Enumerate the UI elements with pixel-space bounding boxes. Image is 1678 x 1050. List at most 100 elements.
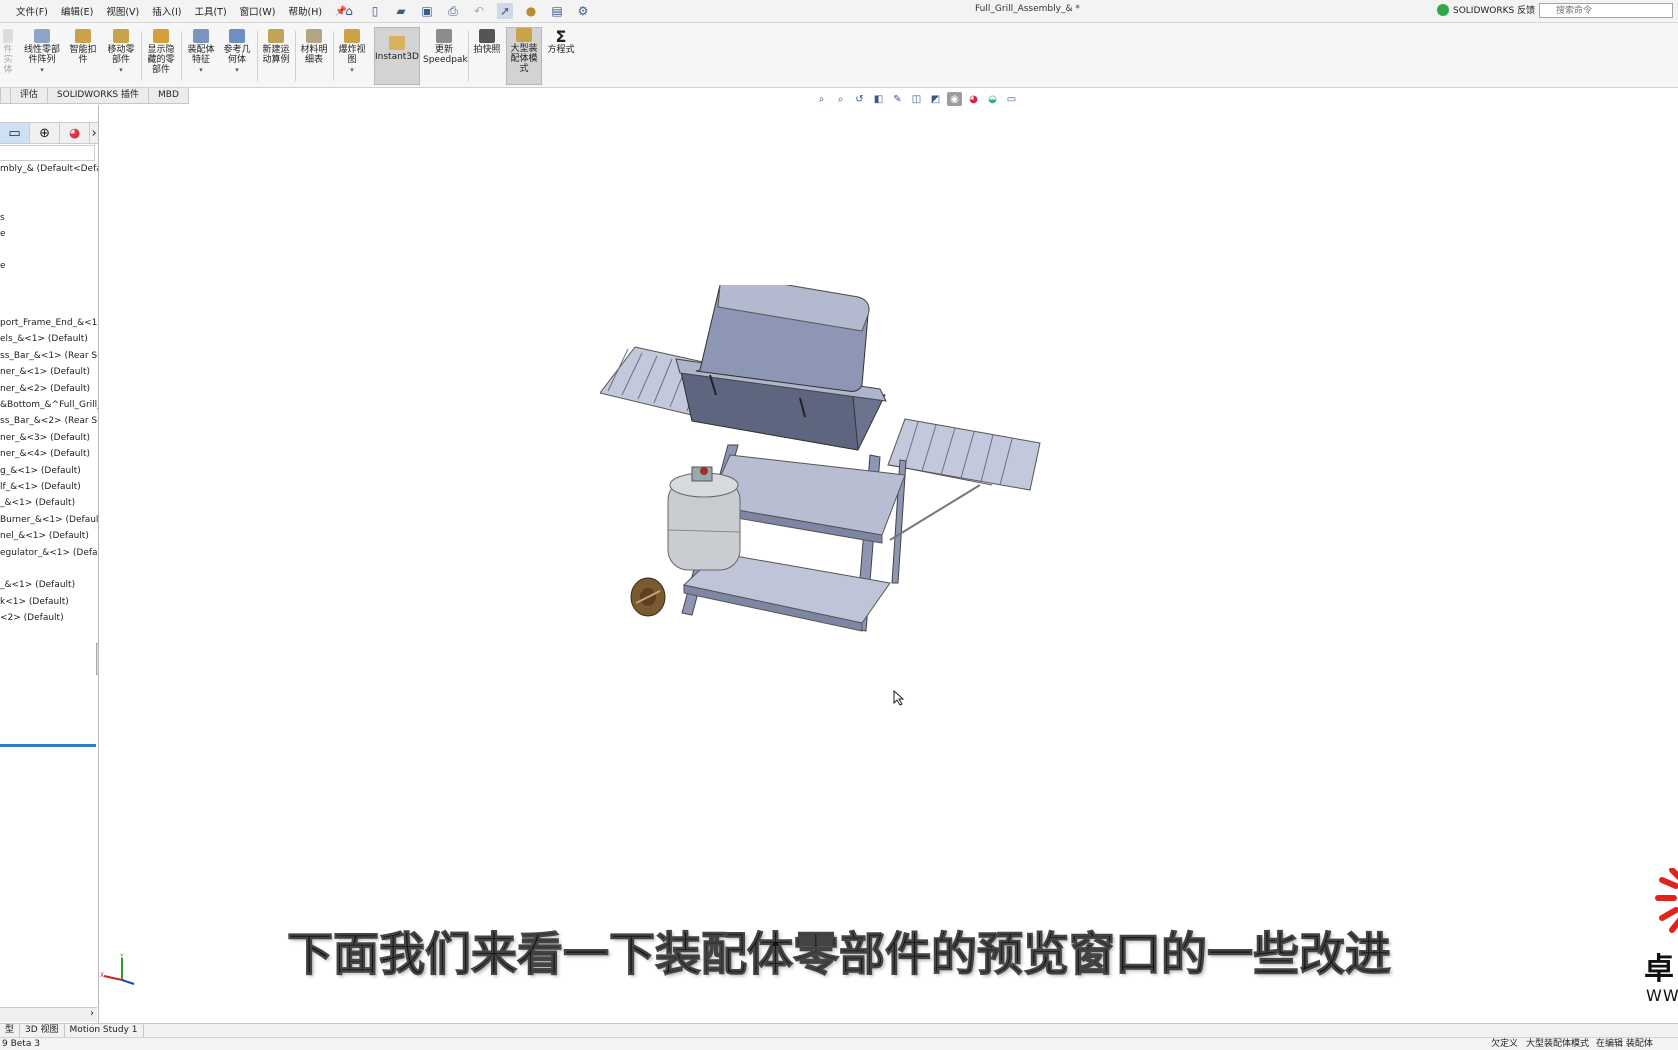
panel-splitter-handle[interactable] <box>96 643 98 675</box>
show-hidden-components-button[interactable]: 显示隐 藏的零 部件 <box>144 29 178 75</box>
previous-view-icon[interactable]: ↺ <box>852 92 867 106</box>
reference-geometry-button[interactable]: 参考几 何体 ▾ <box>220 29 254 75</box>
tree-folder[interactable]: e <box>0 261 6 271</box>
tree-component-item[interactable]: port_Frame_End_&<1> <box>0 318 98 328</box>
status-definition: 欠定义 <box>1491 1039 1519 1049</box>
tab-3d-views[interactable]: 3D 视图 <box>20 1024 65 1038</box>
menu-view[interactable]: 视图(V) <box>106 4 139 18</box>
ribbon-separator <box>141 31 142 81</box>
right-side-shelf[interactable] <box>887 418 1041 491</box>
options-gear-icon[interactable]: ⚙ <box>575 3 591 19</box>
view-orientation-icon[interactable]: ◫ <box>909 92 924 106</box>
tree-component-item[interactable]: _&<1> (Default) <box>0 498 75 508</box>
watermark-char: 卓 <box>1644 952 1674 987</box>
tree-component-item[interactable]: <2> (Default) <box>0 613 64 623</box>
assembly-features-icon <box>193 29 209 43</box>
edit-appearance-icon[interactable]: ◕ <box>966 92 981 106</box>
zoom-to-fit-icon[interactable]: ⌕ <box>814 92 829 106</box>
tree-component-item[interactable]: ner_&<2> (Default) <box>0 384 90 394</box>
open-icon[interactable]: ▰ <box>393 3 409 19</box>
mouse-cursor-icon <box>893 690 905 706</box>
tree-component-item[interactable]: nel_&<1> (Default) <box>0 531 89 541</box>
scroll-right-icon[interactable]: › <box>90 1008 94 1019</box>
exploded-view-button[interactable]: 爆炸视 图 ▾ <box>335 29 369 75</box>
tree-component-item[interactable]: els_&<1> (Default) <box>0 334 88 344</box>
tree-folder[interactable]: s <box>0 213 5 223</box>
tab-evaluate[interactable]: 评估 <box>9 88 48 104</box>
hide-show-items-icon[interactable]: ◉ <box>947 92 962 106</box>
take-snapshot-button[interactable]: 拍快照 <box>470 29 504 55</box>
grill-wheel[interactable] <box>630 577 666 617</box>
grill-assembly-model[interactable] <box>600 285 1050 685</box>
propane-tank[interactable] <box>667 466 741 571</box>
document-title: Full_Grill_Assembly_& * <box>975 4 1080 14</box>
chevron-down-icon[interactable]: ▾ <box>22 65 62 75</box>
tree-component-item[interactable]: _&<1> (Default) <box>0 580 75 590</box>
large-assembly-mode-button[interactable]: 大型装 配体模 式 <box>506 27 542 85</box>
menu-file[interactable]: 文件(F) <box>16 4 48 18</box>
panel-horizontal-scrollbar[interactable]: › <box>0 1007 97 1022</box>
bom-button[interactable]: 材料明 细表 <box>297 29 331 65</box>
smart-fasteners-button[interactable]: 智能扣 件 <box>66 29 100 65</box>
menu-insert[interactable]: 插入(I) <box>152 4 181 18</box>
rebuild-icon[interactable]: ● <box>523 3 539 19</box>
tab-solidworks-addins[interactable]: SOLIDWORKS 插件 <box>46 88 149 104</box>
command-search-input[interactable] <box>1539 3 1673 18</box>
chevron-down-icon[interactable]: ▾ <box>184 65 218 75</box>
feedback-icon <box>1437 3 1449 16</box>
assembly-features-button[interactable]: 装配体 特征 ▾ <box>184 29 218 75</box>
tree-component-item[interactable]: ner_&<1> (Default) <box>0 367 90 377</box>
menu-tools[interactable]: 工具(T) <box>194 4 226 18</box>
tree-component-item[interactable]: Burner_&<1> (Default <box>0 515 98 525</box>
tab-mbd[interactable]: MBD <box>148 88 189 104</box>
print-icon[interactable]: ⎙ <box>445 3 461 19</box>
tree-component-item[interactable]: ner_&<4> (Default) <box>0 449 90 459</box>
dimxpert-tab-crosshair-icon[interactable]: ⊕ <box>30 123 61 143</box>
tree-component-item[interactable]: g_&<1> (Default) <box>0 466 81 476</box>
tree-component-item[interactable]: ss_Bar_&<2> (Rear Su <box>0 416 98 426</box>
zoom-to-area-icon[interactable]: ⌕ <box>833 92 848 106</box>
menu-window[interactable]: 窗口(W) <box>240 4 276 18</box>
display-style-icon[interactable]: ◩ <box>928 92 943 106</box>
watermark-url: WWW <box>1646 986 1678 1005</box>
ribbon-partial-button[interactable]: 件 实体 <box>0 29 16 75</box>
section-view-icon[interactable]: ◧ <box>871 92 886 106</box>
chevron-down-icon[interactable]: ▾ <box>104 65 138 75</box>
tree-component-item[interactable]: lf_&<1> (Default) <box>0 482 81 492</box>
linear-pattern-button[interactable]: 线性零部 件阵列 ▾ <box>22 29 62 75</box>
main-menu: 文件(F) 编辑(E) 视图(V) 插入(I) 工具(T) 窗口(W) 帮助(H… <box>16 0 360 22</box>
undo-icon[interactable]: ↶ <box>471 3 487 19</box>
tree-folder[interactable]: e <box>0 229 6 239</box>
save-icon[interactable]: ▣ <box>419 3 435 19</box>
tab-motion-study[interactable]: Motion Study 1 <box>65 1024 144 1038</box>
file-properties-icon[interactable]: ▤ <box>549 3 565 19</box>
menu-edit[interactable]: 编辑(E) <box>61 4 93 18</box>
tree-progress-bar <box>0 744 96 747</box>
tree-component-item[interactable]: k<1> (Default) <box>0 597 69 607</box>
property-manager-tab[interactable]: ▭ <box>0 123 31 143</box>
home-icon[interactable]: ⌂ <box>341 3 357 19</box>
tree-root-assembly[interactable]: mbly_& (Default<Defa <box>0 164 98 174</box>
display-manager-tab-icon[interactable]: ◕ <box>60 123 91 143</box>
apply-scene-icon[interactable]: ◒ <box>985 92 1000 106</box>
feedback-button[interactable]: SOLIDWORKS 反馈 <box>1437 3 1535 16</box>
view-settings-icon[interactable]: ▭ <box>1004 92 1019 106</box>
instant3d-button[interactable]: Instant3D <box>374 27 420 85</box>
chevron-down-icon[interactable]: ▾ <box>335 65 369 75</box>
new-motion-study-button[interactable]: 新建运 动算例 <box>259 29 293 65</box>
select-icon[interactable]: ➚ <box>497 3 513 19</box>
tab-model[interactable]: 型 <box>0 1024 21 1038</box>
move-component-button[interactable]: 移动零 部件 ▾ <box>104 29 138 75</box>
dynamic-annotation-icon[interactable]: ✎ <box>890 92 905 106</box>
chevron-right-icon[interactable]: › <box>90 123 98 143</box>
equations-button[interactable]: Σ 方程式 <box>544 29 578 56</box>
update-speedpak-button[interactable]: 更新 Speedpak <box>423 29 468 65</box>
new-document-icon[interactable]: ▯ <box>367 3 383 19</box>
tree-component-item[interactable]: ner_&<3> (Default) <box>0 433 90 443</box>
chevron-down-icon[interactable]: ▾ <box>220 65 254 75</box>
tree-component-item[interactable]: egulator_&<1> (Defaul <box>0 548 98 558</box>
tree-component-item[interactable]: ss_Bar_&<1> (Rear Su <box>0 351 98 361</box>
tree-filter-field[interactable] <box>0 145 95 161</box>
menu-help[interactable]: 帮助(H) <box>288 4 322 18</box>
tree-component-item[interactable]: &Bottom_&^Full_Grill_ <box>0 400 98 410</box>
